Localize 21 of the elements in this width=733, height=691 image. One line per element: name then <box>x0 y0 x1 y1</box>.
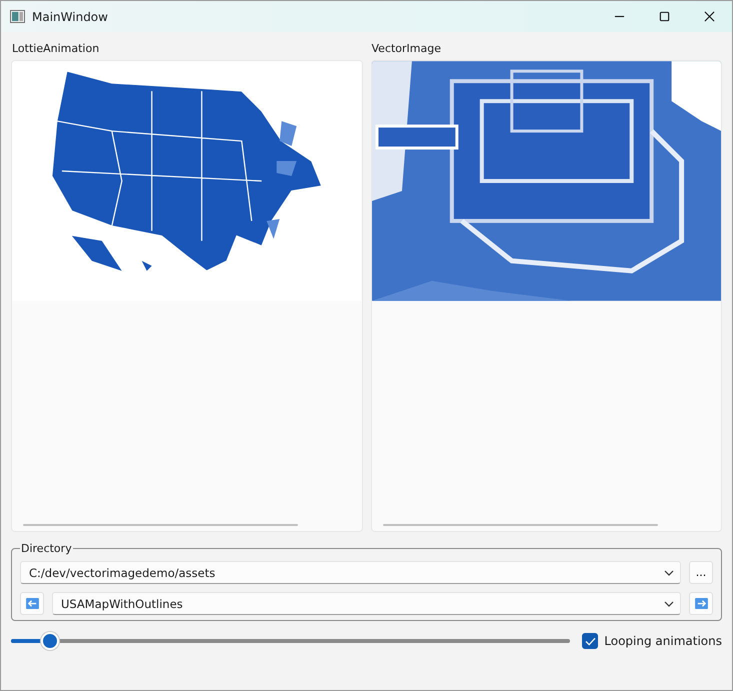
left-arrow-icon <box>26 598 38 609</box>
check-icon <box>584 636 596 646</box>
next-button[interactable] <box>689 592 713 615</box>
progress-slider[interactable] <box>11 631 570 651</box>
chevron-icon <box>664 570 674 576</box>
right-arrow-icon <box>694 598 708 609</box>
file-dropdown[interactable]: USAMapWithOutlines <box>52 592 681 615</box>
scroll-bar[interactable] <box>23 524 298 526</box>
panel-title: LottieAnimation <box>11 41 100 57</box>
scroll-bar[interactable] <box>382 524 658 526</box>
looping-checkbox[interactable]: Looping animations <box>582 633 722 649</box>
path-dropdown[interactable]: C:/dev/vectorimagedemo/assets <box>20 561 681 584</box>
previous-button[interactable] <box>20 592 44 615</box>
window-title: MainWindow <box>32 10 108 24</box>
checkbox-box[interactable] <box>582 633 598 649</box>
panel-title: VectorImage <box>370 41 442 57</box>
slider-thumb[interactable] <box>41 632 60 650</box>
browse-button[interactable]: ... <box>689 561 713 584</box>
group-title: Directory <box>20 542 73 555</box>
app-icon <box>10 10 25 23</box>
chevron-icon <box>664 600 674 606</box>
